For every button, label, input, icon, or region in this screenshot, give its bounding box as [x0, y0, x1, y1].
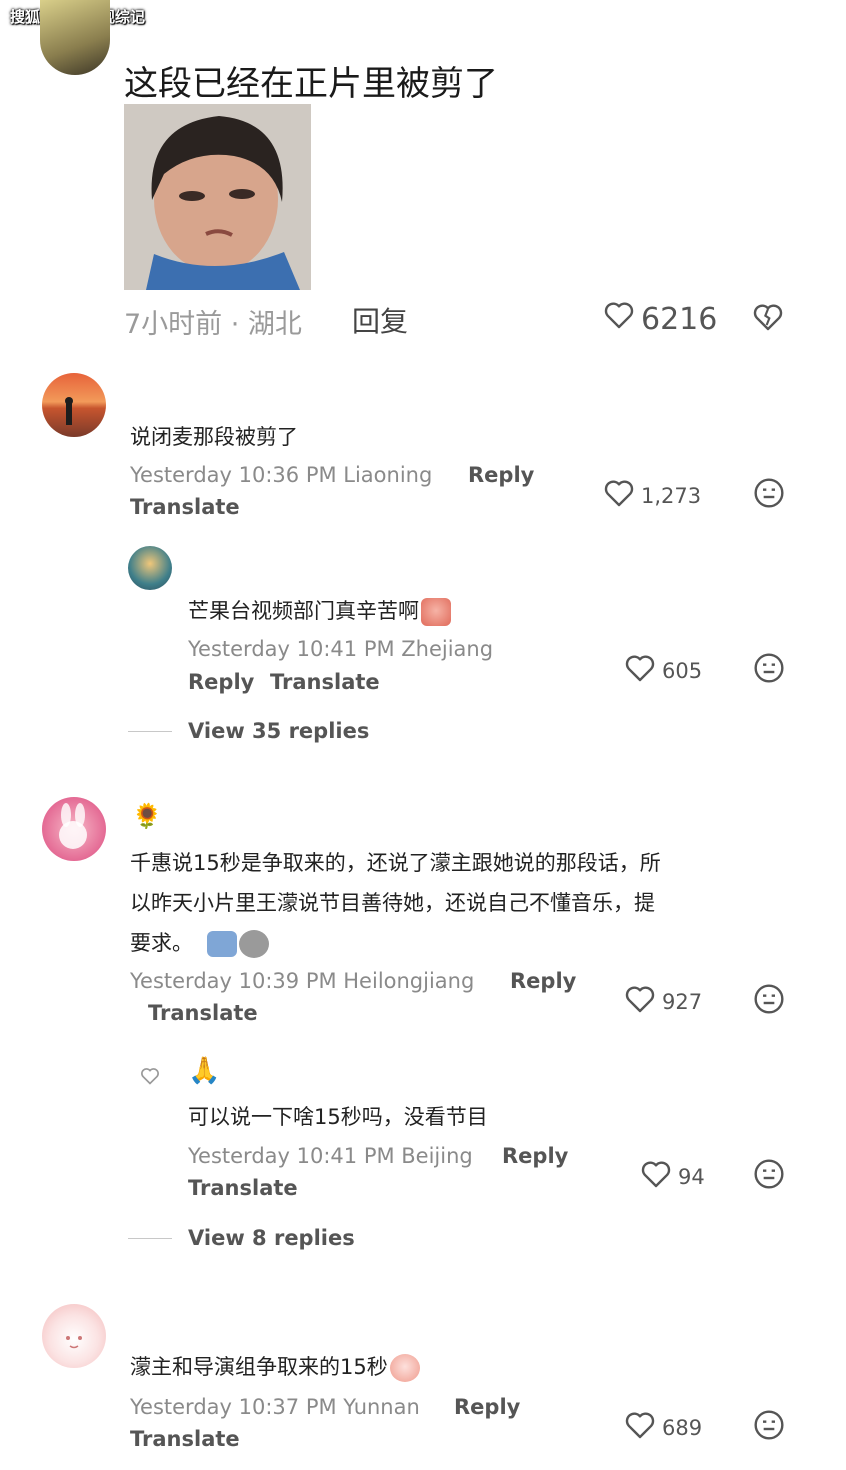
- smiley-icon[interactable]: [753, 477, 785, 513]
- comment-meta: Yesterday 10:41 PM Beijing: [188, 1144, 473, 1168]
- reply-button[interactable]: Reply: [468, 463, 534, 487]
- avatar[interactable]: [42, 1304, 106, 1368]
- comment-line-3: 要求。: [130, 927, 269, 958]
- translate-button[interactable]: Translate: [188, 1176, 298, 1200]
- heart-icon: [624, 984, 656, 1019]
- like-button[interactable]: 927: [624, 984, 702, 1019]
- smiley-icon[interactable]: [753, 983, 785, 1019]
- like-button[interactable]: 94: [640, 1159, 705, 1194]
- smiley-icon[interactable]: [753, 1158, 785, 1194]
- reply-button[interactable]: Reply: [510, 969, 576, 993]
- broken-heart-icon[interactable]: [752, 302, 784, 336]
- reply-button[interactable]: Reply: [502, 1144, 568, 1168]
- crying-emoji-icon: [421, 598, 451, 626]
- divider: [128, 1238, 172, 1239]
- view-replies-button[interactable]: View 35 replies: [188, 719, 369, 743]
- smiley-icon[interactable]: [753, 1409, 785, 1445]
- avatar[interactable]: [128, 546, 172, 590]
- comment-text: 芒果台视频部门真辛苦啊: [188, 595, 451, 626]
- comment-meta: Yesterday 10:41 PM Zhejiang: [188, 637, 494, 661]
- pray-emoji: 🙏: [188, 1056, 221, 1086]
- post-meta: 7小时前 · 湖北: [124, 309, 302, 340]
- heart-icon: [640, 1159, 672, 1194]
- comment-text-content: 芒果台视频部门真辛苦啊: [188, 599, 419, 623]
- avatar[interactable]: [40, 0, 110, 75]
- translate-button[interactable]: Translate: [270, 670, 380, 694]
- avatar[interactable]: [42, 797, 106, 861]
- heart-icon: [603, 478, 635, 513]
- comment-meta: Yesterday 10:39 PM Heilongjiang: [130, 969, 475, 993]
- comment-text: 可以说一下啥15秒吗，没看节目: [188, 1105, 488, 1129]
- comment-meta: Yesterday 10:37 PM Yunnan: [130, 1395, 420, 1419]
- like-button[interactable]: 1,273: [603, 478, 701, 513]
- post-text: 这段已经在正片里被剪了: [124, 64, 498, 104]
- like-count: 927: [662, 989, 703, 1014]
- like-count: 605: [662, 658, 703, 683]
- like-count: 689: [662, 1415, 703, 1440]
- heart-icon: [624, 1410, 656, 1445]
- avatar[interactable]: [42, 373, 106, 437]
- translate-button[interactable]: Translate: [148, 1001, 258, 1025]
- translate-button[interactable]: Translate: [130, 495, 240, 519]
- comment-text: 说闭麦那段被剪了: [130, 425, 298, 449]
- like-count: 6216: [641, 301, 718, 337]
- comment-text: 濛主和导演组争取来的15秒: [130, 1351, 420, 1382]
- reply-button[interactable]: 回复: [352, 300, 408, 340]
- like-button[interactable]: 689: [624, 1410, 702, 1445]
- translate-button[interactable]: Translate: [130, 1427, 240, 1451]
- like-button[interactable]: 6216: [603, 300, 717, 338]
- smiley-icon[interactable]: [753, 652, 785, 688]
- comment-line-1: 千惠说15秒是争取来的，还说了濛主跟她说的那段话，所: [130, 851, 661, 875]
- like-count: 94: [678, 1164, 705, 1189]
- view-replies-button[interactable]: View 8 replies: [188, 1226, 355, 1250]
- reply-button[interactable]: Reply: [188, 670, 254, 694]
- like-count: 1,273: [641, 483, 702, 508]
- heart-icon: [603, 300, 635, 338]
- blushing-emoji-icon: [389, 1354, 420, 1382]
- comment-line-3-text: 要求。: [130, 931, 193, 955]
- comment-meta: Yesterday 10:36 PM Liaoning: [130, 463, 433, 487]
- comment-line-2: 以昨天小片里王濛说节目善待她，还说自己不懂音乐，提: [130, 891, 655, 915]
- sticker-emoji-icon: [239, 930, 269, 958]
- reply-button[interactable]: Reply: [454, 1395, 520, 1419]
- avatar[interactable]: [140, 1066, 160, 1090]
- comment-text-content: 濛主和导演组争取来的15秒: [130, 1355, 388, 1379]
- like-button[interactable]: 605: [624, 653, 702, 688]
- heart-icon: [624, 653, 656, 688]
- meme-image: [124, 104, 311, 290]
- sticker-emoji-icon: [207, 931, 237, 957]
- sunflower-emoji: 🌻: [132, 802, 162, 830]
- divider: [128, 731, 172, 732]
